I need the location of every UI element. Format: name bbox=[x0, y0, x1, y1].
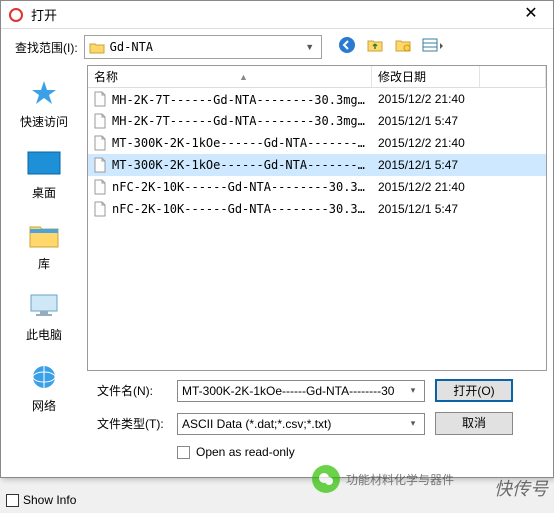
file-icon bbox=[92, 179, 108, 195]
file-name: MH-2K-7T------Gd-NTA--------30.3mg.dc - … bbox=[112, 91, 372, 108]
footer: Show Info bbox=[6, 493, 76, 507]
lookin-label: 查找范围(I): bbox=[15, 39, 78, 56]
filename-value: MT-300K-2K-1kOe------Gd-NTA--------30 bbox=[182, 384, 406, 398]
file-row[interactable]: MH-2K-7T------Gd-NTA--------30.3mg.dc - … bbox=[88, 88, 546, 110]
lookin-row: 查找范围(I): Gd-NTA ▼ bbox=[1, 29, 553, 65]
this-pc-icon bbox=[3, 290, 85, 322]
file-row[interactable]: MT-300K-2K-1kOe------Gd-NTA--------30.3.… bbox=[88, 132, 546, 154]
places-bar: 快速访问 桌面 库 此电脑 网络 bbox=[1, 65, 87, 371]
libraries-icon bbox=[3, 219, 85, 251]
network-icon bbox=[3, 361, 85, 393]
place-this-pc[interactable]: 此电脑 bbox=[1, 282, 87, 353]
file-date: 2015/12/2 21:40 bbox=[372, 136, 480, 150]
showinfo-checkbox[interactable] bbox=[6, 494, 19, 507]
file-date: 2015/12/2 21:40 bbox=[372, 92, 480, 106]
up-folder-icon[interactable] bbox=[366, 36, 384, 59]
place-label: 桌面 bbox=[3, 184, 85, 201]
readonly-row: Open as read-only bbox=[97, 445, 547, 459]
titlebar: 打开 ✕ bbox=[1, 1, 553, 29]
file-name: nFC-2K-10K------Gd-NTA--------30.3mg.dc … bbox=[112, 180, 372, 194]
filename-label: 文件名(N): bbox=[97, 382, 177, 399]
watermark-brand: 快传号 bbox=[494, 475, 548, 501]
list-header: 名称▲ 修改日期 bbox=[88, 66, 546, 88]
column-name[interactable]: 名称▲ bbox=[88, 66, 372, 87]
chevron-down-icon[interactable]: ▾ bbox=[406, 418, 420, 429]
file-row[interactable]: nFC-2K-10K------Gd-NTA--------30.3mg.dc.… bbox=[88, 198, 546, 220]
new-folder-icon[interactable] bbox=[394, 36, 412, 59]
quick-access-icon bbox=[3, 77, 85, 109]
place-libraries[interactable]: 库 bbox=[1, 211, 87, 282]
place-quick-access[interactable]: 快速访问 bbox=[1, 69, 87, 140]
file-icon bbox=[92, 157, 108, 173]
lookin-combo[interactable]: Gd-NTA ▼ bbox=[84, 35, 322, 59]
dialog-title: 打开 bbox=[31, 5, 513, 24]
place-label: 快速访问 bbox=[3, 113, 85, 130]
filename-row: 文件名(N): MT-300K-2K-1kOe------Gd-NTA-----… bbox=[97, 379, 547, 402]
sort-asc-icon: ▲ bbox=[122, 72, 365, 82]
chevron-down-icon[interactable]: ▼ bbox=[303, 42, 317, 52]
file-name: MH-2K-7T------Gd-NTA--------30.3mg.dc.da… bbox=[112, 114, 372, 128]
file-name: MT-300K-2K-1kOe------Gd-NTA--------30.3.… bbox=[112, 136, 372, 150]
place-label: 网络 bbox=[3, 397, 85, 414]
file-icon bbox=[92, 113, 108, 129]
open-button[interactable]: 打开(O) bbox=[435, 379, 513, 402]
filetype-row: 文件类型(T): ASCII Data (*.dat;*.csv;*.txt) … bbox=[97, 412, 547, 435]
close-button[interactable]: ✕ bbox=[513, 4, 549, 26]
place-network[interactable]: 网络 bbox=[1, 353, 87, 424]
file-icon bbox=[92, 201, 108, 217]
showinfo-label: Show Info bbox=[23, 493, 76, 507]
file-rows: MH-2K-7T------Gd-NTA--------30.3mg.dc - … bbox=[88, 88, 546, 220]
folder-icon bbox=[89, 41, 105, 54]
filetype-value: ASCII Data (*.dat;*.csv;*.txt) bbox=[182, 417, 406, 431]
views-icon[interactable] bbox=[422, 36, 444, 59]
back-icon[interactable] bbox=[338, 36, 356, 59]
place-label: 此电脑 bbox=[3, 326, 85, 343]
file-date: 2015/12/1 5:47 bbox=[372, 202, 480, 216]
file-name: nFC-2K-10K------Gd-NTA--------30.3mg.dc.… bbox=[112, 202, 372, 216]
app-icon bbox=[7, 6, 25, 24]
filetype-combo[interactable]: ASCII Data (*.dat;*.csv;*.txt) ▾ bbox=[177, 413, 425, 435]
file-list: 名称▲ 修改日期 MH-2K-7T------Gd-NTA--------30.… bbox=[87, 65, 547, 371]
body-row: 快速访问 桌面 库 此电脑 网络 名称▲ 修改日期 bbox=[1, 65, 553, 371]
file-row[interactable]: MH-2K-7T------Gd-NTA--------30.3mg.dc.da… bbox=[88, 110, 546, 132]
file-icon bbox=[92, 91, 108, 107]
file-date: 2015/12/2 21:40 bbox=[372, 180, 480, 194]
readonly-label: Open as read-only bbox=[196, 445, 295, 459]
readonly-checkbox[interactable] bbox=[177, 446, 190, 459]
chevron-down-icon[interactable]: ▾ bbox=[406, 385, 420, 396]
place-desktop[interactable]: 桌面 bbox=[1, 140, 87, 211]
file-date: 2015/12/1 5:47 bbox=[372, 114, 480, 128]
open-dialog: 打开 ✕ 查找范围(I): Gd-NTA ▼ 快速访问 桌面 bbox=[0, 0, 554, 478]
filename-combo[interactable]: MT-300K-2K-1kOe------Gd-NTA--------30 ▾ bbox=[177, 380, 425, 402]
place-label: 库 bbox=[3, 255, 85, 272]
file-row[interactable]: MT-300K-2K-1kOe------Gd-NTA--------30.3m… bbox=[88, 154, 546, 176]
file-date: 2015/12/1 5:47 bbox=[372, 158, 480, 172]
file-name: MT-300K-2K-1kOe------Gd-NTA--------30.3m… bbox=[112, 158, 372, 172]
desktop-icon bbox=[3, 148, 85, 180]
column-extra[interactable] bbox=[480, 66, 546, 87]
lookin-value: Gd-NTA bbox=[110, 40, 303, 54]
cancel-button[interactable]: 取消 bbox=[435, 412, 513, 435]
filetype-label: 文件类型(T): bbox=[97, 415, 177, 432]
file-row[interactable]: nFC-2K-10K------Gd-NTA--------30.3mg.dc … bbox=[88, 176, 546, 198]
file-icon bbox=[92, 135, 108, 151]
column-date[interactable]: 修改日期 bbox=[372, 66, 480, 87]
nav-toolbar bbox=[338, 36, 444, 59]
